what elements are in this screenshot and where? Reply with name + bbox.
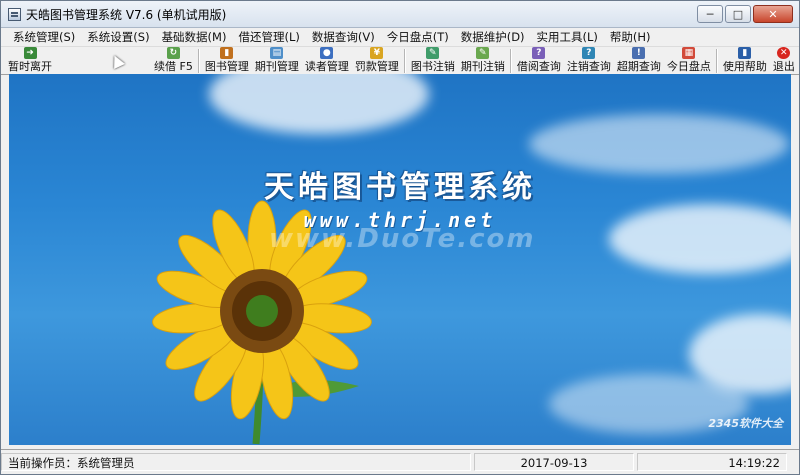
watermark-text: www.DuoTe.com (269, 224, 536, 254)
books-button[interactable]: ▮ 图书管理 (202, 47, 252, 74)
book-cancel-label: 图书注销 (410, 60, 455, 73)
splash-area: 天皓图书管理系统 www.thrj.net www.DuoTe.com 2345… (9, 74, 791, 445)
sunflower-image (152, 200, 372, 445)
borrow-query-label: 借阅查询 (516, 60, 561, 73)
status-bar: 当前操作员：系统管理员 2017-09-13 14:19:22 (1, 449, 799, 474)
close-icon: ✕ (768, 7, 778, 21)
fines-label: 罚款管理 (354, 60, 399, 73)
overdue-query-icon: ! (632, 47, 646, 59)
periodical-icon: ▤ (270, 47, 284, 59)
toolbar-separator (403, 48, 406, 73)
periodical-cancel-icon: ✎ (476, 47, 490, 59)
inventory-label: 今日盘点 (666, 60, 711, 73)
menu-help[interactable]: 帮助(H) (604, 28, 657, 46)
help-button[interactable]: ▮ 使用帮助 (720, 47, 770, 74)
inventory-button[interactable]: ▦ 今日盘点 (664, 47, 714, 74)
close-button[interactable]: ✕ (753, 5, 793, 23)
minimize-icon: ─ (706, 7, 714, 21)
leave-icon: ➜ (23, 47, 37, 59)
status-operator: 当前操作员：系统管理员 (1, 453, 471, 471)
menu-borrow-return[interactable]: 借还管理(L) (232, 28, 305, 46)
fines-icon: ¥ (370, 47, 384, 59)
title-bar: 天皓图书管理系统 V7.6 (单机试用版) ─ □ ✕ (1, 1, 799, 28)
periodicals-label: 期刊管理 (254, 60, 299, 73)
menu-data-query[interactable]: 数据查询(V) (306, 28, 381, 46)
overdue-query-button[interactable]: ! 超期查询 (614, 47, 664, 74)
renew-label: 续借 F5 (154, 60, 193, 73)
leave-label: 暂时离开 (8, 60, 52, 73)
calendar-icon: ▦ (682, 47, 696, 59)
readers-button[interactable]: ● 读者管理 (302, 47, 352, 74)
borrow-query-button[interactable]: ? 借阅查询 (514, 47, 564, 74)
leave-button[interactable]: ➜ 暂时离开 (5, 47, 55, 74)
exit-button[interactable]: ✕ 退出 (770, 47, 798, 74)
window-controls: ─ □ ✕ (695, 5, 793, 23)
readers-icon: ● (320, 47, 334, 59)
renew-icon: ↻ (166, 47, 180, 59)
books-label: 图书管理 (204, 60, 249, 73)
menu-system-manage[interactable]: 系统管理(S) (7, 28, 81, 46)
maximize-button[interactable]: □ (725, 5, 751, 23)
menu-system-settings[interactable]: 系统设置(S) (81, 28, 155, 46)
minimize-button[interactable]: ─ (697, 5, 723, 23)
corner-watermark: 2345软件大全 (708, 417, 783, 430)
periodical-cancel-button[interactable]: ✎ 期刊注销 (458, 47, 508, 74)
renew-button[interactable]: ↻ 续借 F5 (151, 47, 196, 74)
window-title: 天皓图书管理系统 V7.6 (单机试用版) (26, 7, 227, 22)
status-date: 2017-09-13 (474, 453, 634, 471)
app-window: 天皓图书管理系统 V7.6 (单机试用版) ─ □ ✕ 系统管理(S) 系统设置… (0, 0, 800, 475)
exit-icon: ✕ (777, 47, 791, 59)
periodicals-button[interactable]: ▤ 期刊管理 (252, 47, 302, 74)
cancel-query-button[interactable]: ? 注销查询 (564, 47, 614, 74)
borrow-query-icon: ? (532, 47, 546, 59)
book-icon: ▮ (220, 47, 234, 59)
cancel-query-icon: ? (582, 47, 596, 59)
overdue-query-label: 超期查询 (616, 60, 661, 73)
menu-data-maintenance[interactable]: 数据维护(D) (455, 28, 531, 46)
periodical-cancel-label: 期刊注销 (460, 60, 505, 73)
status-time: 14:19:22 (637, 453, 787, 471)
splash-title: 天皓图书管理系统 (264, 170, 536, 205)
toolbar-separator (715, 48, 718, 73)
menu-basic-data[interactable]: 基础数据(M) (156, 28, 233, 46)
toolbar-separator (197, 48, 200, 73)
app-icon (8, 7, 21, 21)
maximize-icon: □ (732, 7, 744, 21)
help-label: 使用帮助 (722, 60, 767, 73)
exit-label: 退出 (772, 60, 795, 73)
menu-utilities[interactable]: 实用工具(L) (531, 28, 604, 46)
fines-button[interactable]: ¥ 罚款管理 (352, 47, 402, 74)
cancel-query-label: 注销查询 (566, 60, 611, 73)
toolbar-separator (509, 48, 512, 73)
book-cancel-button[interactable]: ✎ 图书注销 (408, 47, 458, 74)
help-book-icon: ▮ (738, 47, 752, 59)
book-cancel-icon: ✎ (426, 47, 440, 59)
readers-label: 读者管理 (304, 60, 349, 73)
menu-bar: 系统管理(S) 系统设置(S) 基础数据(M) 借还管理(L) 数据查询(V) … (1, 28, 799, 46)
menu-today-inventory[interactable]: 今日盘点(T) (381, 28, 455, 46)
